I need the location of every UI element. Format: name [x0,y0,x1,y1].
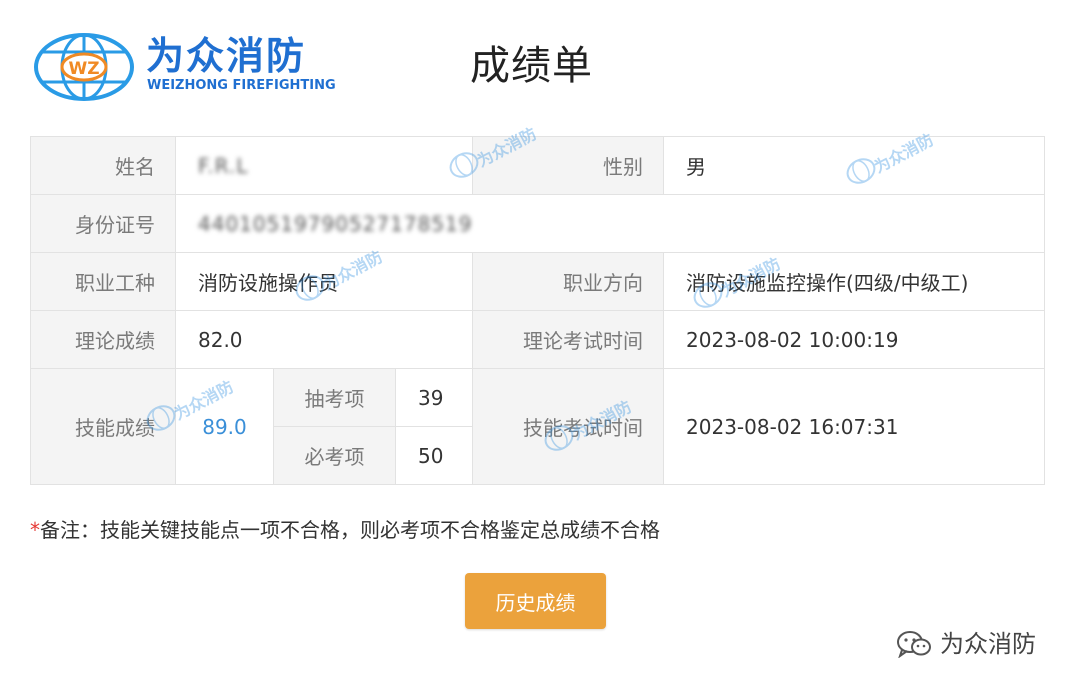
occupation-label: 职业工种 [30,252,176,311]
table-row: 职业工种 消防设施操作员 职业方向 消防设施监控操作(四级/中级工) [30,252,1046,311]
direction-value: 消防设施监控操作(四级/中级工) [663,252,1046,311]
id-value: 44010519790527178519 [174,194,1046,253]
theory-score-label: 理论成绩 [30,310,176,369]
skill-score-value: 89.0 [175,368,274,485]
name-value: F.R.L [174,136,474,195]
logo-badge-text: WZ [68,59,99,79]
direction-label: 职业方向 [472,252,665,311]
skill-time-label: 技能考试时间 [472,368,665,485]
theory-score-value: 82.0 [174,310,474,369]
required-marker: * [30,518,40,542]
score-table: 姓名 F.R.L 性别 男 身份证号 44010519790527178519 … [30,136,1046,485]
draw-item-label: 抽考项 [273,368,396,427]
history-scores-button[interactable]: 历史成绩 [465,573,606,629]
name-value-text: F.R.L [198,153,249,178]
gender-value: 男 [663,136,1046,195]
wechat-account-name: 为众消防 [940,630,1036,658]
required-item-label: 必考项 [273,426,396,485]
page-title: 成绩单 [470,43,593,89]
table-row: 身份证号 44010519790527178519 [30,194,1046,253]
logo-name-en: WEIZHONG FIREFIGHTING [147,78,336,93]
globe-logo-icon: WZ [34,33,134,101]
skill-score-label: 技能成绩 [30,368,176,485]
wechat-icon [897,631,931,658]
skill-score-text: 89.0 [202,414,247,439]
table-row: 姓名 F.R.L 性别 男 [30,136,1046,195]
occupation-value: 消防设施操作员 [174,252,474,311]
theory-time-value: 2023-08-02 10:00:19 [663,310,1046,369]
gender-label: 性别 [472,136,665,195]
theory-time-label: 理论考试时间 [472,310,665,369]
table-row: 理论成绩 82.0 理论考试时间 2023-08-02 10:00:19 [30,310,1046,369]
id-value-text: 44010519790527178519 [198,211,473,236]
required-item-value: 50 [394,426,474,485]
remark-note: *备注：技能关键技能点一项不合格，则必考项不合格鉴定总成绩不合格 [30,516,660,544]
remark-text: 备注：技能关键技能点一项不合格，则必考项不合格鉴定总成绩不合格 [40,518,660,542]
name-label: 姓名 [30,136,176,195]
skill-time-value: 2023-08-02 16:07:31 [663,368,1046,485]
brand-logo: WZ 为众消防 WEIZHONG FIREFIGHTING [32,32,336,102]
table-row: 技能成绩 89.0 抽考项 39 技能考试时间 2023-08-02 16:07… [30,368,1046,485]
draw-item-value: 39 [394,368,474,427]
id-label: 身份证号 [30,194,176,253]
logo-name-cn: 为众消防 [146,34,307,78]
